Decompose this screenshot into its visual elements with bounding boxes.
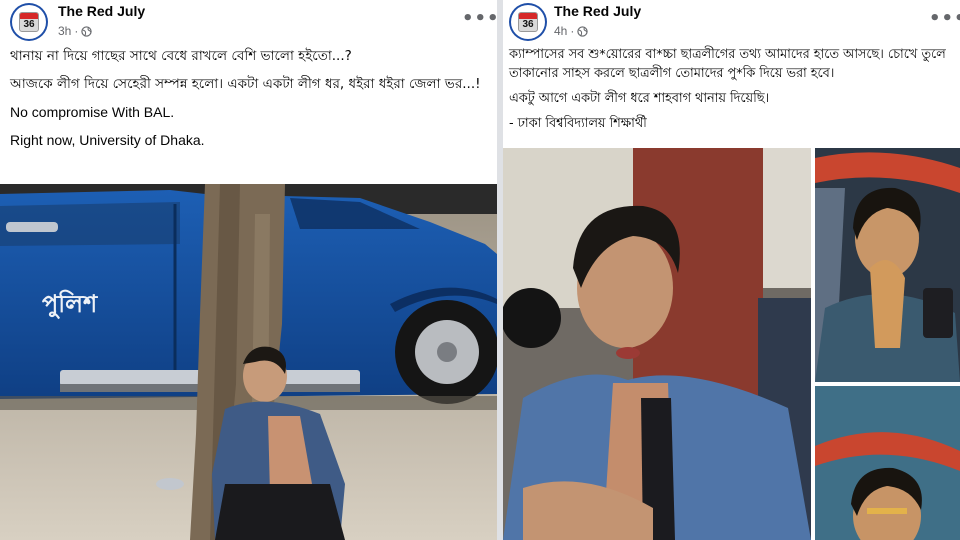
post-line-4: Right now, University of Dhaka.	[10, 132, 205, 148]
meta-separator: ·	[74, 24, 79, 38]
page-name[interactable]: The Red July	[58, 3, 145, 19]
page-name[interactable]: The Red July	[554, 3, 641, 19]
vehicle-lettering: পুলিশ	[42, 290, 98, 318]
avatar-number: 36	[522, 19, 534, 30]
more-options-button[interactable]: •••	[462, 8, 497, 29]
post-photo-bottom-right[interactable]	[815, 386, 960, 540]
post-text: থানায় না দিয়ে গাছের সাথে বেধে রাখলে বে…	[10, 47, 489, 159]
post-time[interactable]: 3h	[58, 24, 71, 38]
post-time[interactable]: 4h	[554, 24, 567, 38]
right-post: 36 The Red July 4h · ••• ক্যাম্পাসের সব …	[503, 0, 960, 540]
page-avatar[interactable]: 36	[509, 3, 547, 41]
left-post: 36 The Red July 3h · ••• থানায় না দিয়ে…	[0, 0, 497, 540]
meta-separator: ·	[570, 24, 575, 38]
post-meta: 3h ·	[58, 24, 93, 38]
calendar-icon: 36	[19, 12, 39, 32]
page-avatar[interactable]: 36	[10, 3, 48, 41]
post-line-2: একটু আগে একটা লীগ ধরে শাহবাগ থানায় দিয়…	[509, 91, 770, 106]
post-line-3: No compromise With BAL.	[10, 104, 175, 120]
post-header: 36 The Red July 4h · •••	[503, 0, 960, 42]
post-line-1: থানায় না দিয়ে গাছের সাথে বেধে রাখলে বে…	[10, 48, 352, 64]
post-line-2: আজকে লীগ দিয়ে সেহেরী সম্পন্ন হলো। একটা …	[10, 76, 481, 92]
post-photo-top-right[interactable]	[815, 148, 960, 382]
detained-man-photo	[503, 148, 811, 540]
post-photo[interactable]: পুলিশ	[0, 184, 497, 540]
post-photo-main[interactable]	[503, 148, 811, 540]
man-in-rickshaw-closeup-photo	[815, 386, 960, 540]
police-car-photo	[0, 184, 497, 540]
post-header: 36 The Red July 3h · •••	[0, 0, 497, 42]
post-line-1: ক্যাম্পাসের সব শু*য়োরের বা*চ্চা ছাত্রলী…	[509, 47, 946, 81]
post-line-3: - ঢাকা বিশ্ববিদ্যালয় শিক্ষার্থী	[509, 116, 647, 131]
globe-icon	[81, 25, 93, 37]
calendar-icon: 36	[518, 12, 538, 32]
globe-icon	[577, 25, 589, 37]
post-text: ক্যাম্পাসের সব শু*য়োরের বা*চ্চা ছাত্রলী…	[509, 45, 956, 142]
avatar-number: 36	[23, 19, 35, 30]
more-options-button[interactable]: •••	[929, 8, 960, 29]
man-in-rickshaw-photo	[815, 148, 960, 382]
post-meta: 4h ·	[554, 24, 589, 38]
